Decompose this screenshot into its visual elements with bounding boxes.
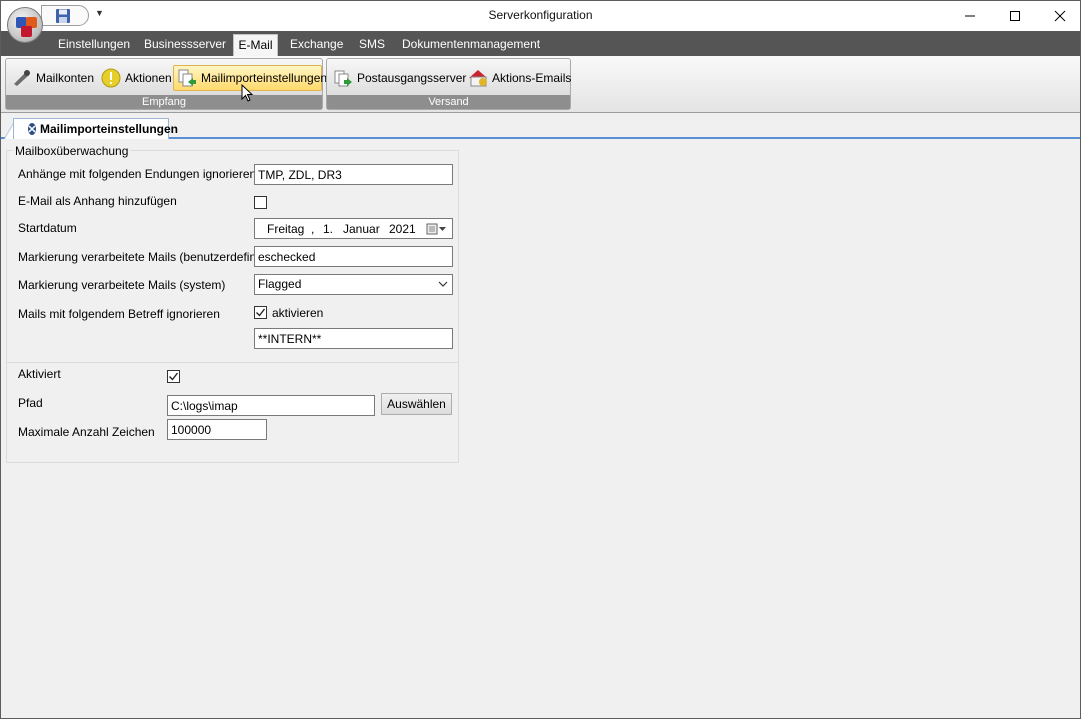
ignore-subject-input[interactable] xyxy=(254,328,453,349)
checkmark-icon xyxy=(256,308,266,317)
postausgangsserver-label: Postausgangsserver xyxy=(357,71,467,85)
mailkonten-label: Mailkonten xyxy=(36,71,95,85)
action-mail-icon xyxy=(468,68,488,88)
date-year: 2021 xyxy=(389,222,416,236)
max-chars-label: Maximale Anzahl Zeichen xyxy=(18,425,155,439)
close-button[interactable] xyxy=(1037,1,1081,30)
minimize-icon xyxy=(965,15,975,16)
attach-email-label: E-Mail als Anhang hinzufügen xyxy=(18,194,177,208)
log-enabled-label: Aktiviert xyxy=(18,367,61,381)
date-month: Januar xyxy=(343,222,380,236)
mark-custom-input[interactable] xyxy=(254,246,453,267)
tab-exchange[interactable]: Exchange xyxy=(290,37,343,51)
aktionen-label: Aktionen xyxy=(125,71,172,85)
mark-system-select[interactable]: Flagged xyxy=(254,274,453,295)
title-bar: ▼ Serverkonfiguration xyxy=(1,1,1080,31)
date-separator: , xyxy=(311,222,315,236)
checkmark-icon xyxy=(169,372,179,381)
log-path-input[interactable] xyxy=(167,395,375,416)
window-title: Serverkonfiguration xyxy=(488,8,593,22)
mark-system-value: Flagged xyxy=(258,277,302,291)
minimize-button[interactable] xyxy=(947,1,993,30)
mark-custom-label: Markierung verarbeitete Mails (benutzerd… xyxy=(18,250,277,264)
tab-email[interactable]: E-Mail xyxy=(233,34,278,57)
groupbox-title: Mailboxüberwachung xyxy=(13,144,131,158)
document-tab-bar: Mailimporteinstellungen xyxy=(1,114,1080,139)
aktions-emails-button[interactable]: Aktions-Emails xyxy=(468,65,571,91)
group-label-versand: Versand xyxy=(327,95,570,109)
mouse-cursor-icon xyxy=(241,84,254,102)
ribbon-group-empfang: Mailkonten Aktionen Mailimporteinstellun… xyxy=(5,58,327,110)
settings-panel: Mailboxüberwachung Anhänge mit folgenden… xyxy=(1,140,1080,718)
ribbon-group-versand: Postausgangsserver Aktions-Emails Versan… xyxy=(326,58,571,110)
ignore-subject-label: Mails mit folgendem Betreff ignorieren xyxy=(18,307,220,321)
group-label-empfang: Empfang xyxy=(6,95,322,109)
doc-tab-label: Mailimporteinstellungen xyxy=(40,122,179,136)
app-window: ▼ Serverkonfiguration Einstellungen Busi… xyxy=(0,0,1081,719)
ignore-subject-checkbox[interactable] xyxy=(254,306,267,319)
attach-email-checkbox[interactable] xyxy=(254,196,267,209)
date-weekday: Freitag xyxy=(267,222,305,236)
aktions-emails-label: Aktions-Emails xyxy=(492,71,572,85)
ignore-extensions-label: Anhänge mit folgenden Endungen ignoriere… xyxy=(18,167,257,181)
ignore-extensions-input[interactable] xyxy=(254,164,453,185)
mailimporteinstellungen-label: Mailimporteinstellungen xyxy=(201,71,328,85)
warning-icon xyxy=(101,68,121,88)
mark-system-label: Markierung verarbeitete Mails (system) xyxy=(18,278,226,292)
mail-import-icon xyxy=(177,68,197,88)
tab-businessserver[interactable]: Businessserver xyxy=(144,37,226,51)
maximize-button[interactable] xyxy=(992,1,1038,30)
log-path-label: Pfad xyxy=(18,396,43,410)
postausgangsserver-button[interactable]: Postausgangsserver xyxy=(333,65,466,91)
close-tab-icon[interactable] xyxy=(28,123,36,135)
outgoing-server-icon xyxy=(333,68,353,88)
mail-accounts-icon xyxy=(12,68,32,88)
tab-sms[interactable]: SMS xyxy=(359,37,385,51)
chevron-down-icon xyxy=(438,278,448,292)
start-date-picker[interactable]: Freitag , 1. Januar 2021 xyxy=(254,218,453,239)
aktionen-button[interactable]: Aktionen xyxy=(101,65,172,91)
start-date-label: Startdatum xyxy=(18,221,77,235)
tab-einstellungen[interactable]: Einstellungen xyxy=(58,37,130,51)
calendar-dropdown-icon[interactable] xyxy=(426,223,450,238)
maximize-icon xyxy=(1010,10,1020,21)
ribbon: Mailkonten Aktionen Mailimporteinstellun… xyxy=(1,56,1080,113)
date-day: 1. xyxy=(323,222,334,236)
application-menu-button[interactable] xyxy=(7,7,43,43)
close-icon xyxy=(1054,10,1066,21)
tab-dokumentenmanagement[interactable]: Dokumentenmanagement xyxy=(402,37,540,51)
mailkonten-button[interactable]: Mailkonten xyxy=(12,65,94,91)
max-chars-input[interactable] xyxy=(167,419,267,440)
doc-tab-mailimporteinstellungen[interactable]: Mailimporteinstellungen xyxy=(13,118,178,139)
ribbon-tab-row: Einstellungen Businessserver E-Mail Exch… xyxy=(1,31,1080,57)
ignore-subject-checkbox-label: aktivieren xyxy=(272,306,324,320)
log-enabled-checkbox[interactable] xyxy=(167,370,180,383)
choose-path-button[interactable]: Auswählen xyxy=(381,393,452,415)
